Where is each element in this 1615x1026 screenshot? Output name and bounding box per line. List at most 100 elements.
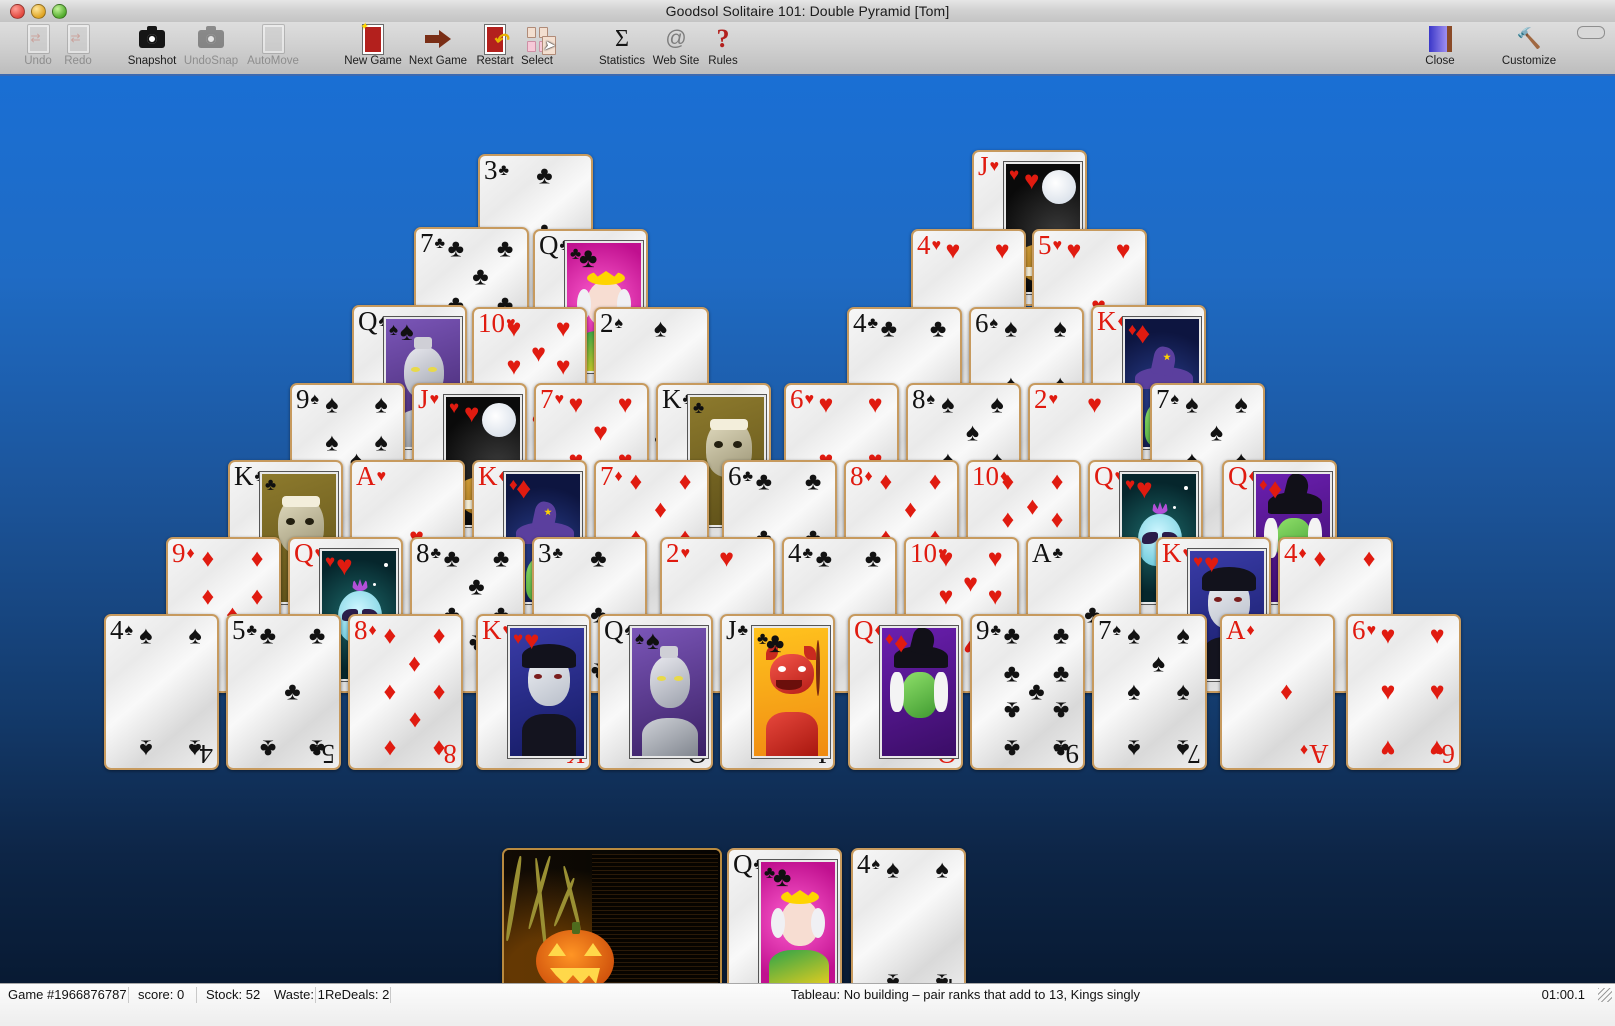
card-6-of-hearts[interactable]: 6♥6♥♥♥♥♥♥♥ [1346,614,1461,770]
card-pip: ♦ [250,544,264,573]
card-pips: ♣ ♣ ♣ ♣ ♣ [254,622,331,763]
camera-icon [139,24,165,54]
toolbar-button-undosnap: UndoSnap [177,24,245,74]
card-q-of-diamonds[interactable]: Q♦Q♦♦♦ [848,614,963,770]
toolbar-button-redo: ⇄ Redo [44,24,112,74]
card-pip: ♣ [1003,696,1021,725]
card-pip: ♣ [1052,696,1070,725]
card-rank: J [978,151,989,181]
court-card-art: ♠ ♠ [630,626,708,758]
card-pip: ♠ [325,390,339,419]
card-q-of-spades[interactable]: Q♠Q♠♠♠ [598,614,713,770]
card-k-of-hearts[interactable]: K♥K♥♥♥ [476,614,591,770]
card-rank: 7 [1098,615,1112,645]
card-rank: 4 [857,849,871,879]
card-8-of-diamonds[interactable]: 8♦8♦♦♦♦♦♦♦♦♦ [348,614,463,770]
card-7-of-spades[interactable]: 7♠7♠♠♠♠♠♠♠♠ [1092,614,1207,770]
card-corner-top: 4 ♦ [1284,540,1307,567]
card-pip: ♥ [963,569,978,598]
card-pip: ♦ [408,649,421,678]
card-pip: ♥ [1115,236,1131,265]
card-pip: ♥ [555,352,571,381]
stock-pile[interactable] [502,848,722,1004]
card-pips: ♠ ♠ ♠ ♠ ♠ ♠ ♠ [1120,621,1197,763]
card-4-of-spades[interactable]: 4♠4♠♠♠♠♠ [851,848,966,1004]
card-pip: ♣ [447,234,465,263]
card-pip: ♥ [1380,677,1396,706]
card-pip: ♦ [408,706,421,735]
status-bar: Game #1966876787 score: 0 Stock: 52 Wast… [0,983,1615,1026]
card-corner-top: Q ♠ [604,617,633,644]
court-card-art: ♥ ♥ [508,626,586,758]
toolbar-toggle-pill[interactable] [1577,26,1605,39]
toolbar-button-new-game[interactable]: ✦ New Game [339,21,407,74]
card-pip: ♦ [201,544,215,573]
card-pip: ♦ [383,677,397,706]
card-4-of-spades[interactable]: 4♠4♠♠♠♠♠ [104,614,219,770]
card-pip: ♥ [938,544,954,573]
card-corner-top: 6 ♥ [790,386,814,413]
card-suit-icon: ♥ [989,158,1000,175]
card-9-of-clubs[interactable]: 9 ♣ 9 ♣ ♣ ♣ ♣ ♣ ♣ ♣ ♣ ♣ ♣ [970,614,1085,770]
card-j-of-clubs[interactable]: J♣J♣♣♣ [720,614,835,770]
card-pip: ♦ [1050,467,1064,496]
toolbar-button-customize[interactable]: 🔨 Customize [1495,24,1563,74]
card-pip: ♦ [1001,467,1015,496]
card-rank: K [1097,306,1117,336]
open-door-icon [1428,24,1452,54]
card-pip: ♣ [1003,734,1021,763]
card-rank: 2 [666,538,680,568]
card-corner-top: J ♥ [978,151,1000,181]
toolbar-button-rules[interactable]: ? Rules [689,24,757,74]
card-pip: ♠ [935,855,949,884]
card-corner-top: J ♣ [726,617,748,644]
game-table: 3♣3♣♣♣♣J♥J♥♥♥7♣7♣♣♣♣♣♣♣♣Q♣Q♣♣♣4♥4♥♥♥♥♥5♥… [0,76,1615,1004]
card-rank: 5 [232,615,246,645]
card-pip: ♦ [1280,677,1293,706]
card-pip: ♠ [1176,621,1190,650]
status-stock: Stock: 52 [206,987,261,1002]
card-pip: ♦ [432,677,446,706]
card-pips: ♦ ♦ ♦ ♦ ♦ ♦ ♦ ♦ [376,622,453,763]
card-pip: ♠ [1234,390,1248,419]
resize-grip[interactable] [1598,988,1612,1002]
card-pip: ♥ [1066,236,1082,265]
court-card-art: ♦ ♦ [880,626,958,758]
card-rank: 8 [912,384,926,414]
card-pip: ♠ [1127,677,1141,706]
card-pips: ♣ ♣ ♣ ♣ ♣ ♣ ♣ ♣ ♣ [998,622,1075,763]
card-pip: ♣ [804,467,822,496]
toolbar-button-label: Close [1425,55,1455,67]
card-pip: ♦ [201,582,215,611]
card-pip: ♦ [432,734,446,763]
card-rank: Q [1094,461,1114,491]
card-q-of-clubs[interactable]: Q♣Q♣♣♣ [727,848,842,1004]
card-pip: ♣ [815,544,833,573]
card-pip: ♦ [250,582,264,611]
card-pip: ♣ [492,544,510,573]
card-corner-top: 5 ♥ [1038,232,1062,259]
card-rank: Q [733,849,753,879]
card-rank: 7 [540,384,554,414]
at-globe-icon: @ [665,27,687,50]
toolbar-button-snapshot[interactable]: Snapshot [118,24,186,74]
card-rank: 4 [853,308,867,338]
card-pip: ♣ [1028,677,1045,706]
card-pip: ♥ [593,418,608,447]
card-pip: ♥ [1429,734,1445,763]
card-5-of-clubs[interactable]: 5 ♣ 5 ♣ ♣ ♣ ♣ ♣ ♣ [226,614,341,770]
card-pip: ♣ [880,314,898,343]
card-rank: 7 [1156,384,1170,414]
card-pip: ♠ [1053,314,1067,343]
card-pip: ♠ [1127,621,1141,650]
status-redeals: ReDeals: 2 [325,987,390,1002]
card-back-stripes [592,854,718,1000]
card-pip: ♥ [1429,677,1445,706]
card-pip: ♥ [555,314,571,343]
toolbar-button-close[interactable]: Close [1406,24,1474,74]
card-a-of-diamonds[interactable]: A ♦ A ♦ ♦ [1220,614,1335,770]
card-pip: ♦ [879,467,893,496]
card-corner-top: 2 ♠ [600,310,623,337]
toolbar-button-select[interactable]: ➤ Select [503,24,571,74]
status-score: score: 0 [138,987,185,1002]
